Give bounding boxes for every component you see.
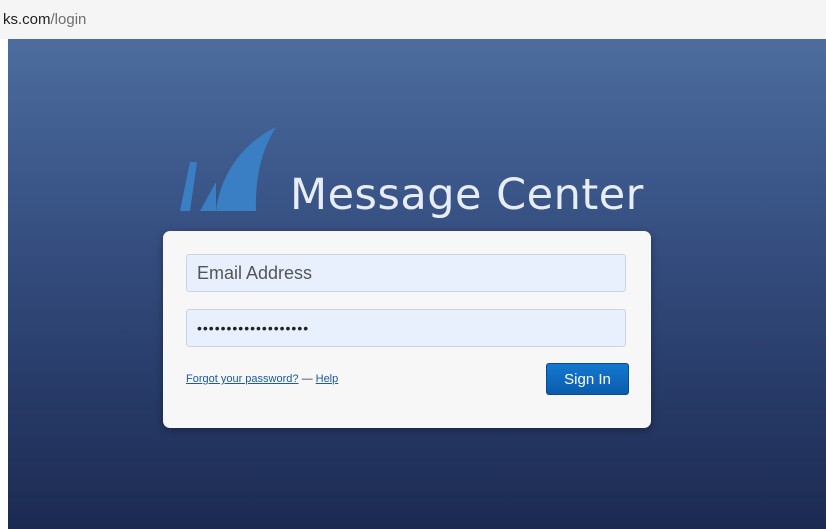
url-host: ks.com [3, 11, 51, 28]
url-text[interactable]: ks.com/login [3, 11, 86, 29]
email-field[interactable] [186, 254, 626, 292]
app-title: Message Center [290, 170, 644, 220]
help-link[interactable]: Help [316, 373, 339, 385]
forgot-password-link[interactable]: Forgot your password? [186, 373, 299, 385]
link-separator: — [301, 373, 316, 385]
login-page: Message Center Forgot your password? — H… [8, 39, 826, 529]
shark-fin-logo-icon [180, 127, 276, 211]
login-card: Forgot your password? — Help Sign In [163, 231, 651, 428]
address-bar[interactable]: ks.com/login [0, 0, 826, 39]
help-links: Forgot your password? — Help [186, 372, 338, 386]
sign-in-button[interactable]: Sign In [546, 363, 629, 395]
page: ks.com/login Message Center Forgot your … [0, 0, 826, 529]
password-field[interactable] [186, 309, 626, 347]
url-path: /login [50, 11, 87, 28]
